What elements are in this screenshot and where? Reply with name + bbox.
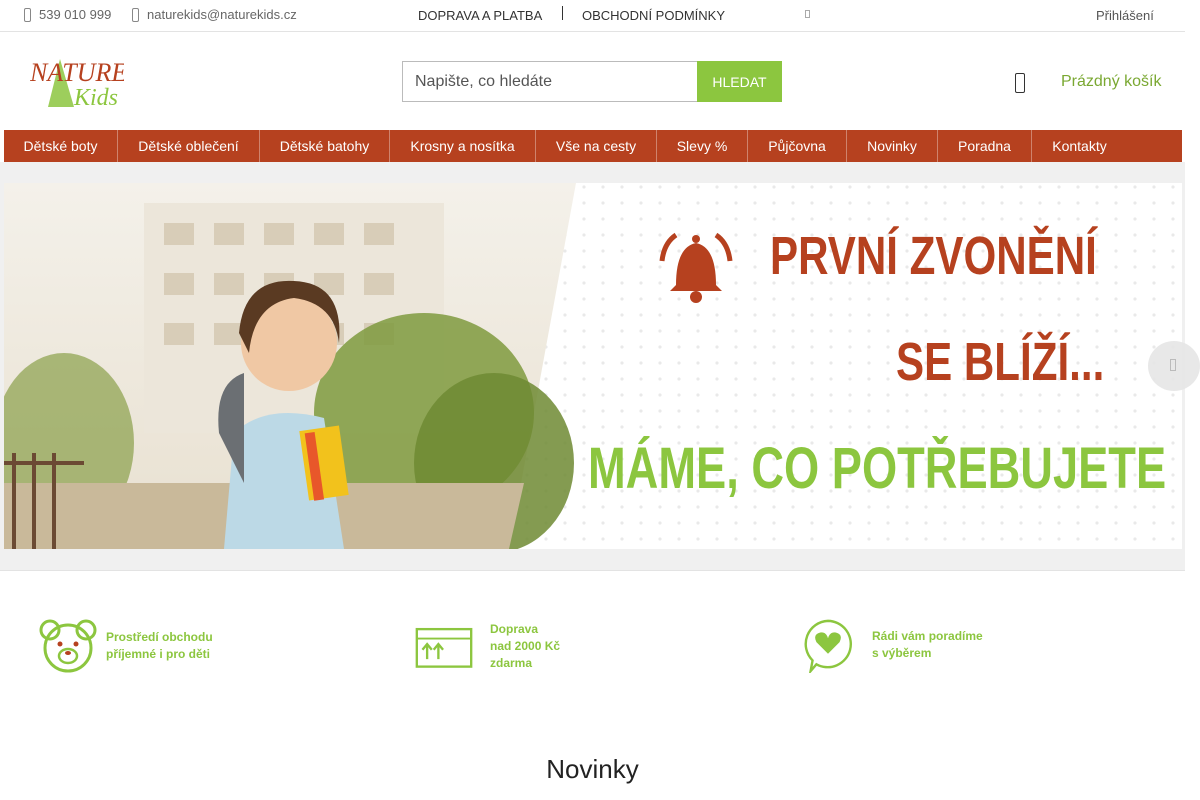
nav-item-carriers[interactable]: Krosny a nosítka — [390, 130, 536, 162]
feature-advice: Rádi vám poradíme s výběrem — [798, 617, 983, 673]
svg-text:NATURE: NATURE — [30, 58, 124, 87]
banner-headline-2: SE BLÍŽÍ... — [896, 332, 1105, 392]
nav-item-travel[interactable]: Vše na cesty — [536, 130, 657, 162]
logo-text: NATURE Kids — [30, 58, 124, 109]
box-icon — [415, 627, 473, 668]
top-bar: 539 010 999 naturekids@naturekids.cz DOP… — [0, 0, 1185, 32]
envelope-icon — [132, 7, 139, 22]
chevron-right-icon — [1170, 359, 1176, 371]
search-button[interactable]: HLEDAT — [697, 61, 782, 102]
nav-item-rental[interactable]: Půjčovna — [748, 130, 847, 162]
feature-text: Rádi vám poradíme s výběrem — [872, 629, 983, 660]
novinky-section-title: Novinky — [546, 754, 639, 784]
search-input[interactable] — [402, 61, 697, 102]
main-navigation: Dětské boty Dětské oblečení Dětské batoh… — [4, 130, 1182, 162]
heart-chat-icon — [804, 619, 853, 673]
feature-text: Doprava nad 2000 Kč zdarma — [490, 621, 561, 670]
feature-free-shipping: Doprava nad 2000 Kč zdarma — [414, 618, 560, 674]
phone-contact[interactable]: 539 010 999 — [24, 7, 111, 22]
cart-link[interactable]: Prázdný košík — [1061, 73, 1161, 91]
chevron-down-icon[interactable] — [805, 10, 810, 18]
search-bar: HLEDAT — [402, 61, 782, 102]
nav-item-contacts[interactable]: Kontakty — [1032, 130, 1127, 162]
banner-headline-1: PRVNÍ ZVONĚNÍ — [770, 226, 1097, 286]
divider — [562, 6, 563, 20]
nav-item-sales[interactable]: Slevy % — [657, 130, 748, 162]
bell-icon — [659, 232, 733, 303]
nav-item-news[interactable]: Novinky — [847, 130, 938, 162]
hero-banner[interactable]: PRVNÍ ZVONĚNÍ SE BLÍŽÍ... MÁME, CO POTŘE… — [4, 183, 1182, 549]
teddy-bear-icon — [39, 619, 97, 673]
phone-icon — [24, 7, 31, 22]
login-link[interactable]: Přihlášení — [1096, 8, 1154, 23]
cart-icon[interactable] — [1015, 73, 1025, 93]
feature-kid-friendly: Prostředí obchodu příjemné i pro děti — [38, 618, 213, 674]
nav-item-kids-shoes[interactable]: Dětské boty — [4, 130, 118, 162]
link-terms[interactable]: OBCHODNÍ PODMÍNKY — [582, 8, 725, 23]
link-shipping-payment[interactable]: DOPRAVA A PLATBA — [418, 8, 542, 23]
nav-item-kids-clothing[interactable]: Dětské oblečení — [118, 130, 260, 162]
nature-kids-logo[interactable]: NATURE Kids — [30, 55, 124, 109]
schoolgirl-photo — [4, 183, 576, 549]
feature-text: Prostředí obchodu příjemné i pro děti — [106, 630, 213, 661]
email-contact[interactable]: naturekids@naturekids.cz — [132, 7, 297, 22]
hero-section: PRVNÍ ZVONĚNÍ SE BLÍŽÍ... MÁME, CO POTŘE… — [0, 162, 1185, 571]
email-address[interactable]: naturekids@naturekids.cz — [147, 7, 297, 22]
banner-headline-3: MÁME, CO POTŘEBUJETE — [588, 436, 1167, 501]
nav-item-advice[interactable]: Poradna — [938, 130, 1032, 162]
carousel-next-button[interactable] — [1148, 341, 1200, 391]
phone-number[interactable]: 539 010 999 — [39, 7, 111, 22]
nav-item-kids-backpacks[interactable]: Dětské batohy — [260, 130, 390, 162]
svg-text:Kids: Kids — [73, 85, 118, 109]
